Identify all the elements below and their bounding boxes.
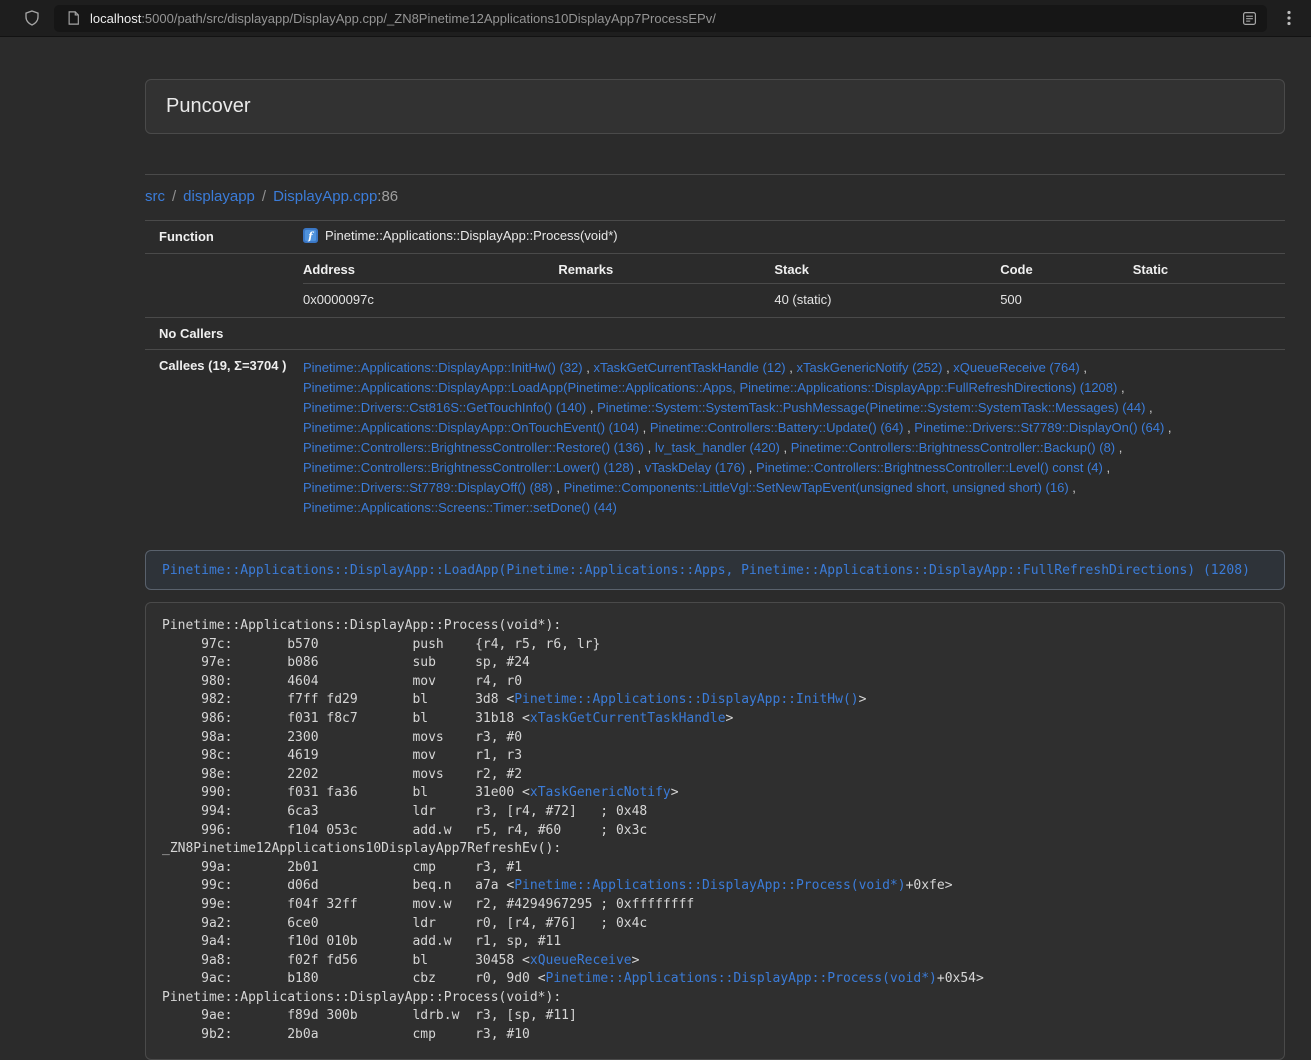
code-symbol-link[interactable]: Pinetime::Applications::DisplayApp::Init… — [514, 692, 858, 707]
url-host: localhost — [90, 11, 141, 26]
code-value: 500 — [1000, 284, 1133, 318]
code-symbol-link[interactable]: Pinetime::Applications::DisplayApp::Proc… — [514, 878, 905, 893]
no-callers-cell — [295, 318, 1285, 350]
highlight-box: Pinetime::Applications::DisplayApp::Load… — [145, 550, 1285, 590]
details-values-row: 0x0000097c 40 (static) 500 — [303, 284, 1285, 318]
callee-link[interactable]: xTaskGenericNotify (252) — [797, 360, 943, 375]
details-cell: Address Remarks Stack Code Static 0x0000… — [295, 254, 1285, 318]
page-container: Puncover src / displayapp / DisplayApp.cpp:8… — [145, 79, 1285, 1060]
col-stack: Stack — [774, 254, 1000, 284]
details-row-spacer — [145, 254, 295, 318]
callee-separator: , — [745, 460, 756, 475]
callee-separator: , — [1080, 360, 1087, 375]
callee-link[interactable]: Pinetime::Applications::DisplayApp::Init… — [303, 360, 583, 375]
url-path: :5000/path/src/displayapp/DisplayApp.cpp… — [141, 11, 716, 26]
callees-row: Callees (19, Σ=3704 ) Pinetime::Applicat… — [145, 350, 1285, 530]
stack-value: 40 (static) — [774, 284, 1000, 318]
callee-link[interactable]: Pinetime::Applications::Screens::Timer::… — [303, 500, 617, 515]
callee-link[interactable]: Pinetime::Drivers::St7789::DisplayOff() … — [303, 480, 553, 495]
divider — [145, 174, 1285, 175]
breadcrumb-link[interactable]: displayapp — [183, 188, 255, 205]
callee-link[interactable]: Pinetime::Controllers::Battery::Update()… — [650, 420, 904, 435]
callee-separator: , — [1117, 380, 1124, 395]
breadcrumb-separator: / — [172, 188, 176, 205]
reader-mode-icon[interactable] — [1237, 6, 1261, 30]
callee-separator: , — [1164, 420, 1171, 435]
disassembly-code: Pinetime::Applications::DisplayApp::Proc… — [145, 602, 1285, 1060]
callee-link[interactable]: Pinetime::Controllers::BrightnessControl… — [756, 460, 1103, 475]
browser-titlebar: localhost:5000/path/src/displayapp/Displ… — [0, 0, 1311, 37]
no-callers-label: No Callers — [145, 318, 295, 350]
details-header-row: Address Remarks Stack Code Static — [303, 254, 1285, 284]
page-icon — [64, 9, 82, 27]
function-table: Function f Pinetime::Applications::Displ… — [145, 220, 1285, 529]
code-symbol-link[interactable]: xTaskGenericNotify — [530, 785, 671, 800]
callee-link[interactable]: Pinetime::Controllers::BrightnessControl… — [303, 440, 644, 455]
function-icon: f — [303, 228, 318, 246]
callee-link[interactable]: Pinetime::Drivers::Cst816S::GetTouchInfo… — [303, 400, 586, 415]
callee-link[interactable]: xQueueReceive (764) — [953, 360, 1079, 375]
callees-list: Pinetime::Applications::DisplayApp::Init… — [295, 350, 1285, 530]
callee-link[interactable]: Pinetime::Applications::DisplayApp::OnTo… — [303, 420, 639, 435]
app-header-panel: Puncover — [145, 79, 1285, 134]
function-row: Function f Pinetime::Applications::Displ… — [145, 221, 1285, 254]
no-callers-row: No Callers — [145, 318, 1285, 350]
callee-separator: , — [553, 480, 564, 495]
callee-separator: , — [634, 460, 645, 475]
callee-separator: , — [639, 420, 650, 435]
callee-separator: , — [1115, 440, 1122, 455]
function-cell: f Pinetime::Applications::DisplayApp::Pr… — [295, 221, 1285, 254]
callee-separator: , — [1103, 460, 1110, 475]
callee-separator: , — [583, 360, 594, 375]
col-code: Code — [1000, 254, 1133, 284]
remarks-value — [558, 284, 774, 318]
callee-link[interactable]: Pinetime::Controllers::BrightnessControl… — [791, 440, 1115, 455]
breadcrumb-separator: / — [262, 188, 266, 205]
callees-label: Callees (19, Σ=3704 ) — [145, 350, 295, 530]
code-symbol-link[interactable]: Pinetime::Applications::DisplayApp::Proc… — [546, 971, 937, 986]
col-remarks: Remarks — [558, 254, 774, 284]
kebab-menu-icon[interactable] — [1277, 6, 1301, 30]
details-table: Address Remarks Stack Code Static 0x0000… — [303, 254, 1285, 317]
callee-separator: , — [942, 360, 953, 375]
breadcrumb-link[interactable]: src — [145, 188, 165, 205]
callee-link[interactable]: Pinetime::Applications::DisplayApp::Load… — [303, 380, 1117, 395]
callee-separator: , — [1145, 400, 1152, 415]
callee-separator: , — [1069, 480, 1076, 495]
shield-icon[interactable] — [20, 6, 44, 30]
callee-separator: , — [780, 440, 791, 455]
highlighted-symbol-link[interactable]: Pinetime::Applications::DisplayApp::Load… — [162, 563, 1250, 578]
callee-separator: , — [586, 400, 597, 415]
callee-link[interactable]: lv_task_handler (420) — [655, 440, 780, 455]
url-bar[interactable]: localhost:5000/path/src/displayapp/Displ… — [54, 5, 1267, 32]
breadcrumb-line-number: :86 — [377, 188, 398, 205]
callee-link[interactable]: Pinetime::Components::LittleVgl::SetNewT… — [564, 480, 1069, 495]
callee-link[interactable]: Pinetime::Controllers::BrightnessControl… — [303, 460, 634, 475]
app-title: Puncover — [166, 95, 251, 117]
callee-separator: , — [786, 360, 797, 375]
url-text: localhost:5000/path/src/displayapp/Displ… — [90, 11, 1229, 26]
details-row: Address Remarks Stack Code Static 0x0000… — [145, 254, 1285, 318]
callee-link[interactable]: xTaskGetCurrentTaskHandle (12) — [593, 360, 785, 375]
code-symbol-link[interactable]: xQueueReceive — [530, 953, 632, 968]
callee-link[interactable]: Pinetime::System::SystemTask::PushMessag… — [597, 400, 1145, 415]
breadcrumb-link[interactable]: DisplayApp.cpp — [273, 188, 377, 205]
callee-separator: , — [903, 420, 914, 435]
address-value: 0x0000097c — [303, 284, 558, 318]
callee-separator: , — [644, 440, 655, 455]
breadcrumb: src / displayapp / DisplayApp.cpp:86 — [145, 188, 1285, 205]
col-address: Address — [303, 254, 558, 284]
function-name: Pinetime::Applications::DisplayApp::Proc… — [325, 228, 618, 243]
static-value — [1133, 284, 1285, 318]
function-row-label: Function — [145, 221, 295, 254]
callee-link[interactable]: Pinetime::Drivers::St7789::DisplayOn() (… — [914, 420, 1164, 435]
code-symbol-link[interactable]: xTaskGetCurrentTaskHandle — [530, 711, 726, 726]
col-static: Static — [1133, 254, 1285, 284]
callee-link[interactable]: vTaskDelay (176) — [645, 460, 745, 475]
